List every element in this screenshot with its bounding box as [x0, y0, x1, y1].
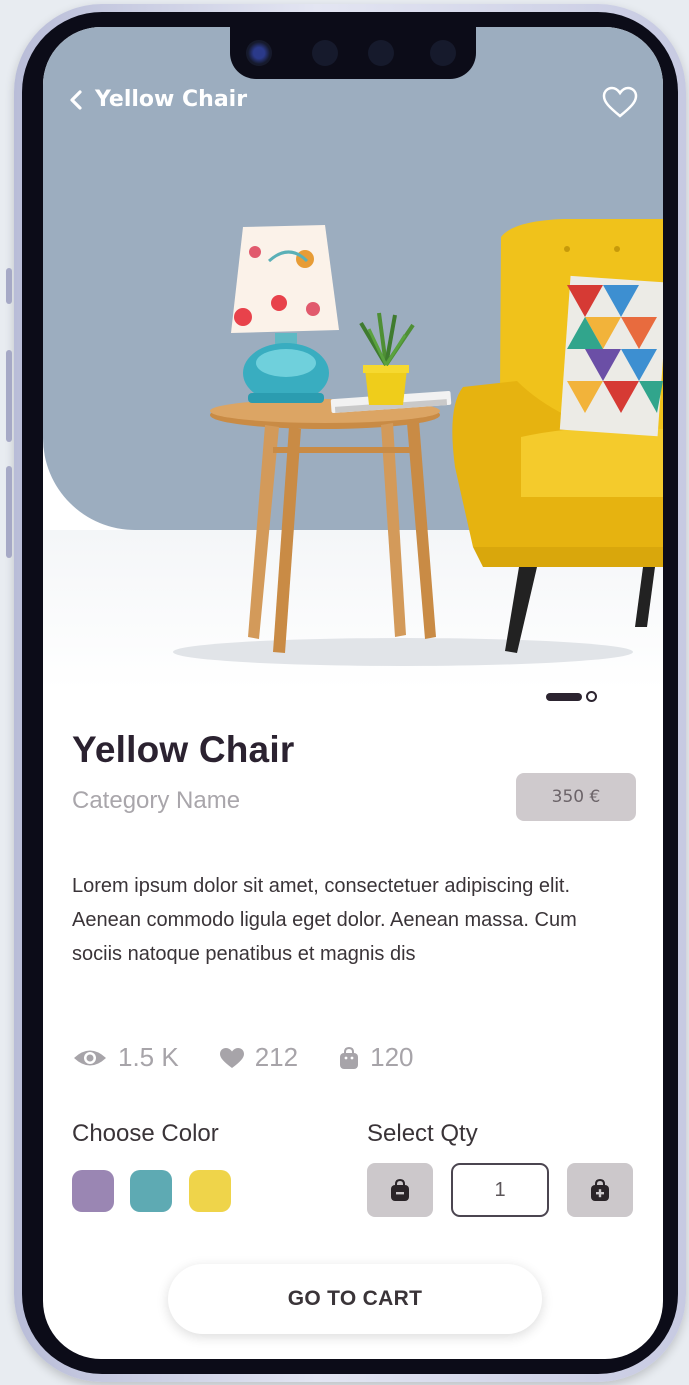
stat-purchases-value: 120 [370, 1042, 414, 1072]
product-description: Lorem ipsum dolor sit amet, consectetuer… [72, 875, 577, 965]
app-screen: Yellow Chair Yellow Chair Category Name … [43, 27, 663, 1359]
product-image [173, 219, 663, 666]
lamp-illustration [231, 225, 339, 403]
color-swatch-teal[interactable] [130, 1170, 172, 1212]
plant-illustration [359, 312, 415, 405]
carousel-dot-active[interactable] [546, 692, 582, 701]
carousel-indicator [546, 691, 597, 702]
qty-input[interactable] [451, 1163, 549, 1217]
stat-views-value: 1.5 K [118, 1042, 179, 1072]
product-title: Yellow Chair [72, 729, 295, 770]
front-camera-icon [246, 40, 272, 66]
back-button[interactable]: Yellow Chair [69, 87, 247, 112]
yellow-armchair-illustration [452, 219, 663, 653]
color-swatch-purple[interactable] [72, 1170, 114, 1212]
sensor-icon [430, 40, 456, 66]
color-swatch-yellow[interactable] [189, 1170, 231, 1212]
eye-icon [74, 1050, 106, 1065]
favorite-heart-icon[interactable] [601, 85, 639, 119]
stat-likes: 212 [219, 1042, 298, 1073]
heart-icon [219, 1047, 244, 1068]
stat-views: 1.5 K [72, 1042, 179, 1073]
mute-switch [6, 268, 12, 304]
sensor-icon [368, 40, 394, 66]
bag-minus-icon [391, 1178, 409, 1201]
side-table-illustration [210, 399, 440, 653]
stat-likes-value: 212 [254, 1042, 299, 1072]
back-button-label: Yellow Chair [95, 87, 248, 112]
choose-color-label: Choose Color [72, 1120, 219, 1147]
chevron-left-icon [70, 89, 82, 110]
product-category: Category Name [72, 787, 241, 814]
volume-up-button [6, 350, 12, 442]
decrease-qty-button[interactable] [367, 1163, 433, 1217]
bag-plus-icon [591, 1178, 609, 1201]
stat-purchases: 120 [338, 1042, 414, 1073]
phone-notch [230, 27, 476, 79]
price-badge: 350 € [516, 773, 636, 821]
go-to-cart-button[interactable]: GO TO CART [168, 1264, 542, 1334]
shopping-bag-icon [340, 1046, 359, 1069]
select-qty-label: Select Qty [367, 1120, 478, 1147]
sensor-icon [312, 40, 338, 66]
product-stats: 1.5 K 212 120 [72, 1042, 414, 1073]
increase-qty-button[interactable] [567, 1163, 633, 1217]
carousel-dot[interactable] [586, 691, 597, 702]
volume-down-button [6, 466, 12, 558]
